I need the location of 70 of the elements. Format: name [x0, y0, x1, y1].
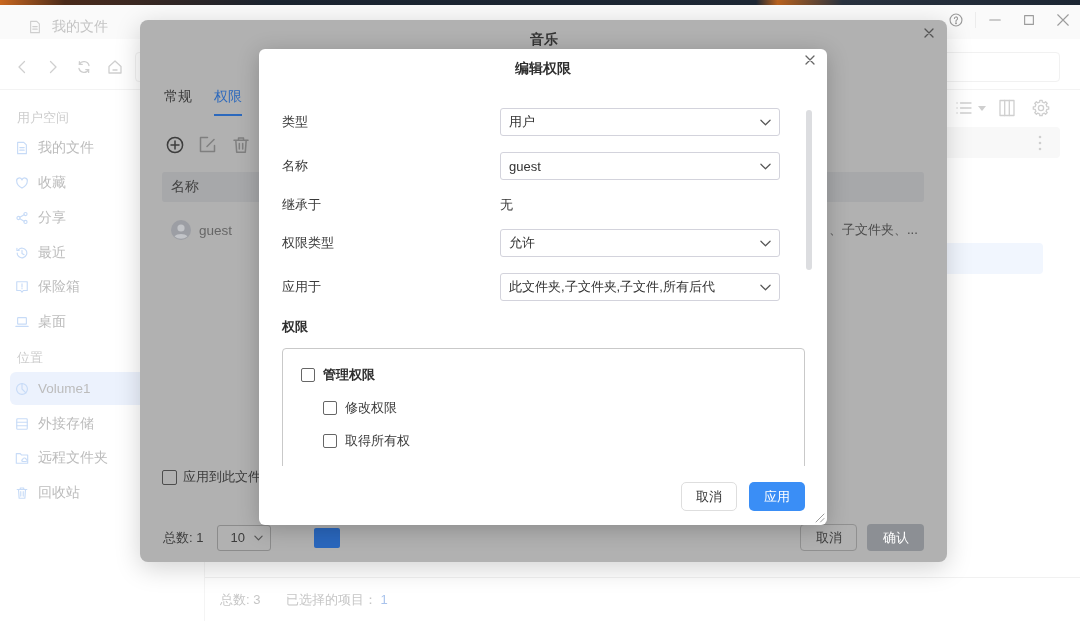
close-icon[interactable]	[1056, 13, 1070, 27]
field-label: 名称	[282, 157, 308, 175]
page-button[interactable]	[314, 527, 341, 548]
dialog-title: 编辑权限	[515, 60, 571, 78]
chevron-down-icon	[254, 534, 264, 541]
chevron-down-icon	[760, 283, 771, 291]
apply-button[interactable]: 应用	[749, 482, 805, 511]
user-name: guest	[199, 222, 233, 238]
table-cell: 、子文件夹、...	[829, 221, 918, 239]
field-label: 应用于	[282, 278, 321, 296]
sidebar-item[interactable]: 分享	[10, 201, 194, 235]
laptop-icon	[15, 315, 29, 330]
field-label: 继承于	[282, 195, 321, 214]
tab[interactable]: 常规	[164, 82, 192, 116]
field-label: 权限类型	[282, 234, 334, 252]
dialog-title: 音乐	[529, 31, 558, 49]
share-icon	[15, 210, 29, 225]
home-icon[interactable]	[107, 58, 123, 75]
checkbox[interactable]	[323, 433, 337, 448]
sidebar-item[interactable]: 最近	[10, 236, 194, 270]
maximize-icon[interactable]	[1022, 13, 1036, 27]
columns-icon[interactable]	[998, 99, 1016, 117]
history-icon	[15, 245, 29, 260]
sidebar-item[interactable]: 保险箱	[10, 271, 194, 304]
checkbox-label: 取得所有权	[345, 431, 410, 450]
checkbox[interactable]	[323, 400, 337, 415]
caret-down-icon[interactable]	[978, 105, 986, 111]
checkbox-label: 修改权限	[345, 398, 397, 417]
chevron-down-icon	[760, 239, 771, 247]
section-title: 权限	[282, 318, 308, 336]
avatar-icon	[171, 220, 191, 240]
field-value: 无	[500, 195, 513, 214]
heart-icon	[15, 176, 29, 191]
page-size-select[interactable]: 10	[217, 524, 272, 551]
document-icon	[28, 20, 42, 34]
close-icon[interactable]	[924, 28, 934, 38]
checkbox-label: 应用到此文件	[183, 468, 261, 486]
plus-circle-icon[interactable]	[166, 136, 184, 154]
checkbox[interactable]	[301, 367, 315, 382]
storage-icon	[15, 416, 29, 431]
field-label: 类型	[282, 113, 308, 131]
selected-count: 1	[380, 592, 388, 607]
checkbox-label: 管理权限	[323, 365, 375, 384]
list-view-icon[interactable]	[955, 99, 973, 117]
tab[interactable]: 权限	[214, 82, 242, 116]
refresh-icon[interactable]	[76, 58, 92, 75]
column-header: 名称	[171, 178, 199, 196]
help-icon[interactable]	[949, 13, 963, 27]
pie-chart-icon	[15, 381, 29, 396]
sidebar-item[interactable]: 桌面	[10, 305, 194, 339]
dropdown-field[interactable]: 用户	[500, 108, 780, 136]
settings-icon[interactable]	[1032, 99, 1050, 117]
sidebar-item[interactable]: 我的文件	[10, 131, 194, 165]
resize-handle-icon[interactable]	[813, 511, 825, 523]
trash-icon	[15, 486, 29, 501]
document-icon	[15, 141, 29, 156]
more-icon[interactable]	[1038, 134, 1042, 151]
sidebar-item[interactable]: 外接存储	[10, 407, 194, 441]
safe-icon	[15, 280, 29, 295]
total-count: 总数: 1	[163, 528, 204, 547]
close-icon[interactable]	[805, 55, 815, 65]
dropdown-field[interactable]: guest	[500, 152, 780, 180]
dropdown-field[interactable]: 允许	[500, 229, 780, 257]
dropdown-field[interactable]: 此文件夹,子文件夹,子文件,所有后代	[500, 273, 780, 301]
scrollbar[interactable]	[806, 110, 812, 270]
chevron-down-icon	[760, 118, 771, 126]
checkbox[interactable]	[162, 469, 177, 485]
chevron-down-icon	[760, 162, 771, 170]
cancel-button[interactable]: 取消	[681, 482, 737, 511]
folder-icon	[15, 451, 29, 466]
